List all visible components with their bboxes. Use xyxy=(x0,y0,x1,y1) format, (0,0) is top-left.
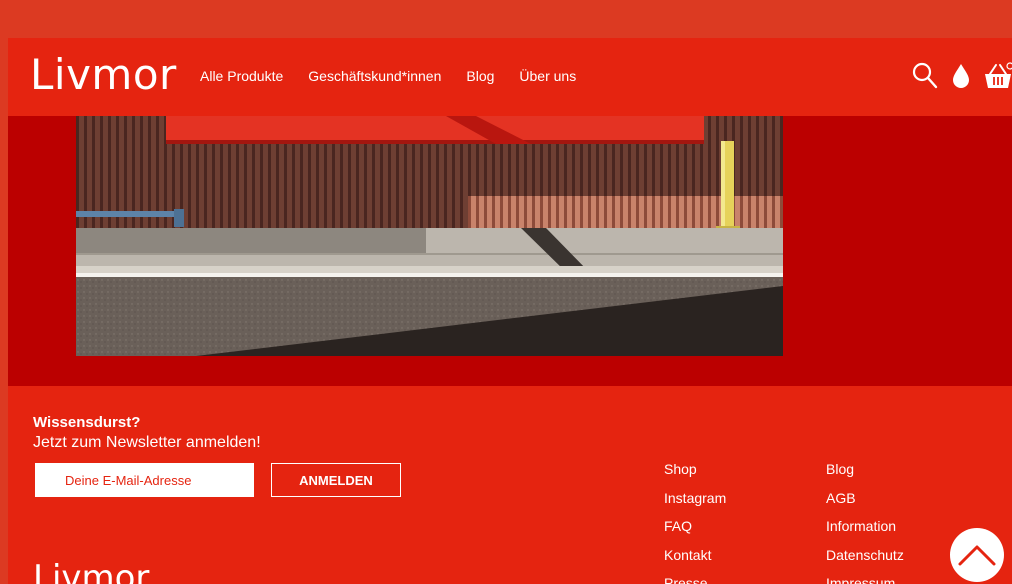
main-nav: Alle Produkte Geschäftskund*innen Blog Ü… xyxy=(200,68,601,84)
hero-section xyxy=(8,116,1012,386)
subscribe-button[interactable]: ANMELDEN xyxy=(271,463,401,497)
footer-link-presse[interactable]: Presse xyxy=(664,575,708,584)
footer-link-kontakt[interactable]: Kontakt xyxy=(664,547,711,563)
page: Livmor Alle Produkte Geschäftskund*innen… xyxy=(8,38,1012,584)
nav-item-all-products[interactable]: Alle Produkte xyxy=(200,68,283,84)
chevron-up-icon xyxy=(958,545,996,566)
footer-link-impressum[interactable]: Impressum xyxy=(826,575,895,584)
scroll-to-top-button[interactable] xyxy=(950,528,1004,582)
footer-link-datenschutz[interactable]: Datenschutz xyxy=(826,547,904,563)
footer-logo: Livmor xyxy=(33,558,150,584)
header-icons xyxy=(898,62,1012,90)
search-icon[interactable] xyxy=(912,62,938,90)
nav-item-about[interactable]: Über uns xyxy=(519,68,576,84)
footer-link-faq[interactable]: FAQ xyxy=(664,518,692,534)
email-input[interactable] xyxy=(35,463,254,497)
footer-link-shop[interactable]: Shop xyxy=(664,461,697,477)
footer-link-blog[interactable]: Blog xyxy=(826,461,854,477)
nav-item-blog[interactable]: Blog xyxy=(466,68,494,84)
drop-icon[interactable] xyxy=(952,63,970,89)
nav-item-business[interactable]: Geschäftskund*innen xyxy=(308,68,441,84)
basket-icon[interactable] xyxy=(984,62,1012,90)
site-header: Livmor Alle Produkte Geschäftskund*innen… xyxy=(8,38,1012,116)
footer-link-information[interactable]: Information xyxy=(826,518,896,534)
brand-logo[interactable]: Livmor xyxy=(30,50,177,99)
footer-link-agb[interactable]: AGB xyxy=(826,490,856,506)
footer-link-instagram[interactable]: Instagram xyxy=(664,490,726,506)
hero-photo xyxy=(76,116,783,356)
site-footer: Wissensdurst? Jetzt zum Newsletter anmel… xyxy=(8,386,1012,584)
newsletter-title: Wissensdurst? xyxy=(33,414,141,431)
newsletter-subtitle: Jetzt zum Newsletter anmelden! xyxy=(33,434,261,451)
